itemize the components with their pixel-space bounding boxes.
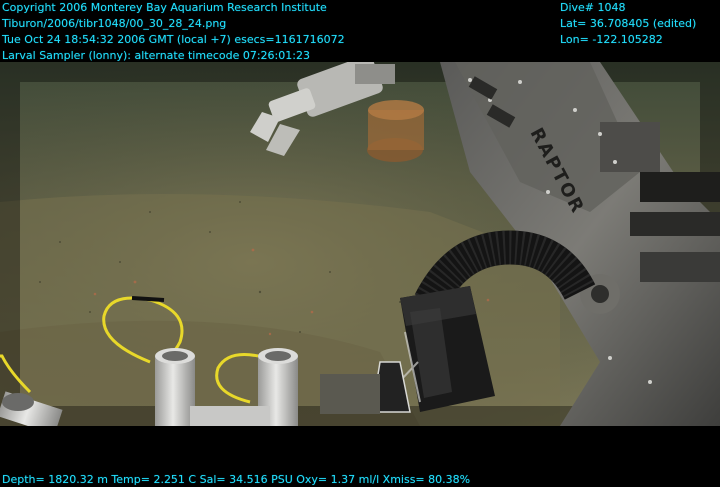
dive-number: Dive# 1048 <box>560 1 626 14</box>
seafloor-scene: RAPTOR <box>0 62 720 426</box>
timecode-line: Larval Sampler (lonny): alternate timeco… <box>2 49 310 62</box>
timestamp-line: Tue Oct 24 18:54:32 2006 GMT (local +7) … <box>2 33 345 46</box>
sensor-readout: Depth= 1820.32 m Temp= 2.251 C Sal= 34.5… <box>2 473 471 486</box>
header-info-left: Copyright 2006 Monterey Bay Aquarium Res… <box>2 0 345 64</box>
latitude: Lat= 36.708405 (edited) <box>560 17 697 30</box>
video-frame: RAPTOR Copyright 2006 Monterey Bay Aquar… <box>0 0 720 486</box>
filename-line: Tiburon/2006/tibr1048/00_30_28_24.png <box>2 17 227 30</box>
header-info-right: Dive# 1048 Lat= 36.708405 (edited) Lon= … <box>560 0 696 48</box>
seafloor-image: RAPTOR <box>0 62 720 426</box>
copyright-line: Copyright 2006 Monterey Bay Aquarium Res… <box>2 1 327 14</box>
longitude: Lon= -122.105282 <box>560 33 663 46</box>
